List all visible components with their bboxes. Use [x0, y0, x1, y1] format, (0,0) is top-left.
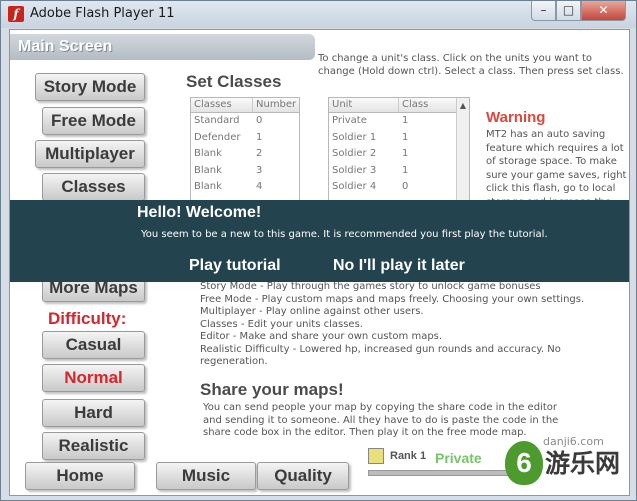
unit-name-cell: Soldier 2 — [332, 148, 377, 159]
set-classes-title: Set Classes — [186, 72, 282, 91]
unit-name-cell: Private — [332, 115, 367, 126]
hard-button[interactable]: Hard — [42, 399, 145, 427]
play-tutorial-button[interactable]: Play tutorial — [189, 256, 281, 276]
unit-class-cell: 0 — [402, 181, 409, 192]
column-header[interactable]: Class — [399, 98, 454, 112]
watermark-six-icon: 6 — [505, 441, 543, 485]
units-table[interactable]: Unit Class Private 1 Soldier 1 1 Soldier 2… — [328, 97, 470, 201]
rank-class-name: Private — [435, 450, 482, 466]
watermark-domain: danji6.com — [543, 435, 604, 448]
welcome-title: Hello! Welcome! — [137, 204, 262, 221]
decline-tutorial-button[interactable]: No I'll play it later — [333, 256, 465, 276]
table-row[interactable]: Soldier 4 0 — [329, 179, 469, 196]
class-number-cell: 1 — [256, 131, 263, 143]
class-number-cell: 4 — [256, 181, 263, 192]
casual-button[interactable]: Casual — [42, 331, 145, 359]
intro-instructions: To change a unit's class. Click on the u… — [318, 53, 624, 77]
rank-progress-bar — [368, 470, 516, 476]
table-row[interactable]: Soldier 3 1 — [329, 163, 469, 180]
minimize-button[interactable]: – — [531, 1, 556, 21]
window-title: Adobe Flash Player 11 — [30, 6, 175, 21]
column-header[interactable]: Unit — [329, 98, 399, 112]
music-button[interactable]: Music — [156, 462, 256, 490]
class-name-cell: Standard — [194, 115, 240, 126]
mode-descriptions: Story Mode - Play through the games stor… — [200, 281, 620, 369]
title-bar: f Adobe Flash Player 11 – □ ✕ — [1, 1, 636, 28]
quality-button[interactable]: Quality — [257, 462, 349, 490]
unit-class-cell: 1 — [402, 148, 409, 159]
home-button[interactable]: Home — [25, 462, 135, 490]
close-button[interactable]: ✕ — [581, 1, 626, 21]
scroll-up-icon[interactable]: ▲ — [460, 101, 466, 110]
flash-player-window: f Adobe Flash Player 11 – □ ✕ Main Scree… — [0, 0, 637, 501]
multiplayer-button[interactable]: Multiplayer — [35, 140, 145, 168]
normal-button[interactable]: Normal — [42, 364, 145, 392]
difficulty-label: Difficulty: — [48, 309, 127, 328]
main-screen-header: Main Screen — [10, 34, 315, 60]
welcome-message: You seem to be a new to this game. It is… — [141, 229, 548, 240]
mode-info-line: Multiplayer - Play online against other … — [200, 306, 424, 317]
watermark-logo: 6 danji6.com 游乐网 — [503, 435, 629, 495]
table-row[interactable]: Blank 2 — [191, 146, 299, 163]
class-number-cell: 0 — [256, 115, 263, 126]
share-maps-title: Share your maps! — [200, 380, 344, 399]
unit-name-cell: Soldier 4 — [332, 181, 377, 192]
class-name-cell: Blank — [194, 181, 222, 192]
unit-name-cell: Soldier 3 — [332, 164, 377, 176]
table-row[interactable]: Defender 1 — [191, 130, 299, 147]
page-title: Main Screen — [18, 38, 113, 55]
mode-info-line: Free Mode - Play custom maps and maps fr… — [200, 293, 585, 305]
table-row[interactable]: Soldier 2 1 — [329, 146, 469, 163]
class-name-cell: Blank — [194, 164, 222, 176]
story-mode-button[interactable]: Story Mode — [35, 73, 145, 101]
class-name-cell: Defender — [194, 131, 241, 143]
unit-class-cell: 1 — [402, 115, 409, 126]
class-number-cell: 3 — [256, 164, 263, 176]
class-name-cell: Blank — [194, 148, 222, 159]
flash-logo-icon: f — [8, 6, 24, 22]
column-header[interactable]: Number — [253, 98, 299, 112]
share-maps-text: You can send people your map by copying … — [203, 402, 559, 438]
warning-title: Warning — [486, 109, 546, 126]
unit-name-cell: Soldier 1 — [332, 131, 377, 143]
table-row[interactable]: Blank 4 — [191, 179, 299, 196]
table-row[interactable]: Soldier 1 1 — [329, 130, 469, 147]
mode-info-line: Realistic Difficulty - Lowered hp, incre… — [200, 343, 561, 368]
game-canvas: Main Screen Story Mode Free Mode Multipl… — [9, 29, 630, 496]
column-header[interactable]: Classes — [191, 98, 253, 112]
table-row[interactable]: Blank 3 — [191, 163, 299, 180]
units-scrollbar[interactable]: ▲ — [456, 98, 469, 200]
classes-table[interactable]: Classes Number Standard 0 Defender 1 Blank… — [190, 97, 300, 201]
mode-info-line: Classes - Edit your units classes. — [200, 318, 363, 330]
mode-info-line: Editor - Make and share your own custom … — [200, 331, 443, 342]
unit-class-cell: 1 — [402, 131, 409, 143]
class-number-cell: 2 — [256, 148, 263, 159]
unit-class-cell: 1 — [402, 164, 409, 176]
free-mode-button[interactable]: Free Mode — [42, 107, 145, 135]
realistic-button[interactable]: Realistic — [42, 432, 145, 460]
mode-info-line: Story Mode - Play through the games stor… — [200, 281, 541, 292]
maximize-button[interactable]: □ — [556, 1, 581, 21]
units-table-header: Unit Class — [329, 98, 469, 113]
table-row[interactable]: Standard 0 — [191, 113, 299, 130]
rank-label: Rank 1 — [390, 450, 427, 462]
watermark-name: 游乐网 — [545, 449, 621, 478]
table-row[interactable]: Private 1 — [329, 113, 469, 130]
rank-badge-icon — [368, 448, 384, 464]
welcome-dialog: Hello! Welcome! You seem to be a new to … — [10, 200, 629, 282]
classes-table-header: Classes Number — [191, 98, 299, 113]
classes-button[interactable]: Classes — [42, 173, 145, 201]
